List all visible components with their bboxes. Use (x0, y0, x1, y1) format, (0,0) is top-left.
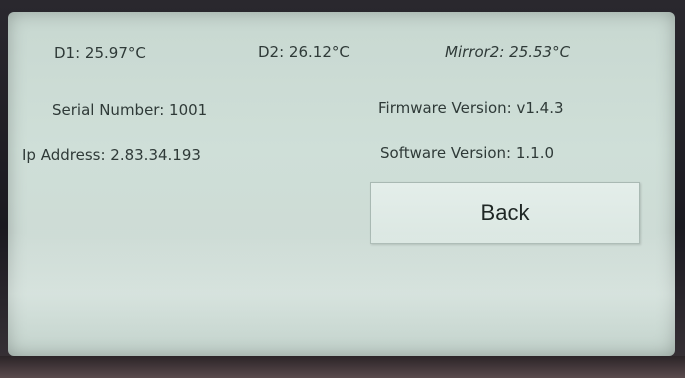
back-button-label: Back (480, 200, 530, 225)
software-version-label: Software Version: 1.1.0 (380, 144, 555, 162)
ip-address-label: Ip Address: 2.83.34.193 (22, 146, 201, 164)
d2-temperature-reading: D2: 26.12°C (258, 43, 350, 61)
touch-screen: D1: 25.97°C D2: 26.12°C Mirror2: 25.53°C… (8, 12, 675, 356)
bezel-bottom-edge (0, 356, 685, 378)
firmware-version-label: Firmware Version: v1.4.3 (378, 99, 564, 117)
device-bezel: D1: 25.97°C D2: 26.12°C Mirror2: 25.53°C… (0, 0, 685, 378)
back-button[interactable]: Back (370, 182, 640, 244)
mirror2-temperature-reading: Mirror2: 25.53°C (445, 43, 571, 61)
serial-number-label: Serial Number: 1001 (52, 101, 208, 119)
screen-glare (8, 232, 675, 356)
d1-temperature-reading: D1: 25.97°C (54, 44, 146, 62)
